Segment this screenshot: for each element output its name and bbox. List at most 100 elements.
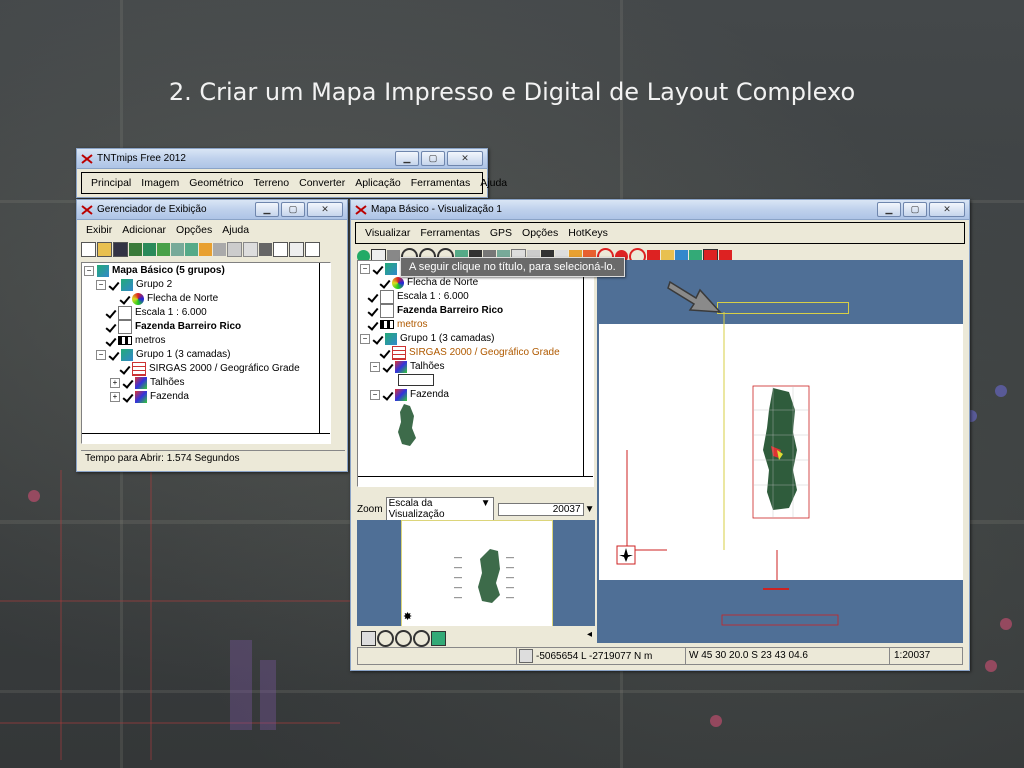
vector-icon[interactable]: [157, 243, 170, 256]
menu-terreno[interactable]: Terreno: [249, 176, 295, 190]
tree-row-group-1[interactable]: − Grupo 1 (3 camadas): [360, 332, 495, 346]
collapse-icon[interactable]: −: [360, 333, 370, 344]
cad-icon[interactable]: [199, 243, 212, 256]
menu-aplicacao[interactable]: Aplicação: [350, 176, 406, 190]
vertical-scrollbar[interactable]: [583, 261, 593, 476]
menu-principal[interactable]: Principal: [86, 176, 136, 190]
layout-icon[interactable]: [361, 631, 376, 646]
maximize-button[interactable]: ▢: [421, 151, 445, 166]
checkmark-icon[interactable]: [383, 362, 393, 372]
checkmark-icon[interactable]: [368, 306, 378, 316]
menu-visualizar[interactable]: Visualizar: [360, 226, 415, 240]
maximize-button[interactable]: ▢: [281, 202, 305, 217]
menu-opcoes[interactable]: Opções: [171, 223, 217, 237]
checkmark-icon[interactable]: [373, 264, 383, 274]
overview-collapse-icon[interactable]: ◂: [587, 629, 592, 640]
checkmark-icon[interactable]: [106, 336, 116, 346]
menu-adicionar[interactable]: Adicionar: [117, 223, 171, 237]
zoom-out-icon[interactable]: [395, 630, 412, 647]
tin-icon[interactable]: [213, 243, 226, 256]
checkmark-icon[interactable]: [109, 350, 119, 360]
tree-row-group-1[interactable]: − Grupo 1 (3 camadas): [96, 348, 231, 362]
zoom-select[interactable]: Escala da Visualização ▼: [385, 497, 494, 521]
vertical-scrollbar[interactable]: [319, 263, 330, 433]
pinmap-icon[interactable]: [259, 243, 272, 256]
display-manager-titlebar[interactable]: Gerenciador de Exibição ▁ ▢ ✕: [77, 200, 347, 220]
zoom-value-field[interactable]: 20037: [497, 502, 584, 516]
grid-icon[interactable]: [227, 242, 242, 257]
expand-icon[interactable]: +: [110, 377, 120, 388]
overview-map[interactable]: ✸: [357, 520, 595, 626]
menu-ajuda[interactable]: Ajuda: [475, 176, 512, 190]
close-button[interactable]: ✕: [929, 202, 965, 217]
menu-ferramentas[interactable]: Ferramentas: [406, 176, 476, 190]
horizontal-scrollbar[interactable]: [82, 433, 330, 443]
menu-imagem[interactable]: Imagem: [136, 176, 184, 190]
collapse-icon[interactable]: −: [96, 279, 106, 290]
menu-geometrico[interactable]: Geométrico: [184, 176, 248, 190]
collapse-icon[interactable]: −: [96, 349, 106, 360]
minimize-button[interactable]: ▁: [395, 151, 419, 166]
checkmark-icon[interactable]: [380, 278, 390, 288]
shape-icon[interactable]: [185, 243, 198, 256]
raster-icon[interactable]: [143, 243, 156, 256]
checkmark-icon[interactable]: [120, 364, 130, 374]
tree-row-fazenda[interactable]: + Fazenda: [110, 390, 189, 404]
checkmark-icon[interactable]: [120, 294, 130, 304]
search-icon[interactable]: [413, 630, 430, 647]
open-icon[interactable]: [97, 242, 112, 257]
add-layer-icon[interactable]: [171, 243, 184, 256]
new-icon[interactable]: [81, 242, 96, 257]
close-button[interactable]: ✕: [307, 202, 343, 217]
checkmark-icon[interactable]: [380, 348, 390, 358]
tree-row-north-arrow[interactable]: Flecha de Norte: [120, 292, 218, 306]
tree-row-title[interactable]: Fazenda Barreiro Rico: [106, 320, 241, 334]
tree-row-talhoes[interactable]: + Talhões: [110, 376, 184, 390]
tree-row-scale[interactable]: Escala 1 : 6.000: [106, 306, 207, 320]
menu-ferramentas[interactable]: Ferramentas: [415, 226, 485, 240]
view-titlebar[interactable]: Mapa Básico - Visualização 1 ▁ ▢ ✕: [351, 200, 969, 220]
tntmips-titlebar[interactable]: TNTmips Free 2012 ▁ ▢ ✕: [77, 149, 487, 169]
scale-bar-icon[interactable]: [273, 242, 288, 257]
chevron-down-icon[interactable]: ▼: [585, 504, 595, 515]
tree-row-north-arrow[interactable]: Flecha de Norte: [380, 276, 478, 290]
collapse-icon[interactable]: −: [370, 361, 380, 372]
menu-exibir[interactable]: Exibir: [81, 223, 117, 237]
tree-row-group-2[interactable]: − Grupo 2: [96, 278, 172, 292]
checkmark-icon[interactable]: [373, 334, 383, 344]
checkmark-icon[interactable]: [368, 292, 378, 302]
checkmark-icon[interactable]: [109, 280, 119, 290]
checkmark-icon[interactable]: [106, 308, 116, 318]
collapse-icon[interactable]: −: [84, 265, 94, 276]
main-map-view[interactable]: [597, 260, 963, 643]
layers-icon[interactable]: [129, 243, 142, 256]
tree-row-root[interactable]: − Mapa Básico (5 grupos): [84, 264, 225, 278]
maximize-button[interactable]: ▢: [903, 202, 927, 217]
collapse-icon[interactable]: −: [370, 389, 380, 400]
tree-row-grid[interactable]: SIRGAS 2000 / Geográfico Grade: [380, 346, 560, 360]
legend-icon[interactable]: [289, 242, 304, 257]
tree-row-metros[interactable]: metros: [106, 334, 166, 348]
checkmark-icon[interactable]: [123, 378, 133, 388]
checkmark-icon[interactable]: [123, 392, 133, 402]
save-icon[interactable]: [113, 242, 128, 257]
menu-opcoes[interactable]: Opções: [517, 226, 563, 240]
menu-ajuda[interactable]: Ajuda: [217, 223, 254, 237]
tree-row-talhoes[interactable]: − Talhões: [370, 360, 444, 374]
minimize-button[interactable]: ▁: [255, 202, 279, 217]
menu-gps[interactable]: GPS: [485, 226, 517, 240]
menu-hotkeys[interactable]: HotKeys: [563, 226, 613, 240]
text-icon[interactable]: [305, 242, 320, 257]
tree-row-fazenda[interactable]: − Fazenda: [370, 388, 449, 402]
zoom-in-icon[interactable]: [377, 630, 394, 647]
tree-row-metros[interactable]: metros: [368, 318, 428, 332]
expand-icon[interactable]: +: [110, 391, 120, 402]
tree-row-title[interactable]: Fazenda Barreiro Rico: [368, 304, 503, 318]
checkmark-icon[interactable]: [383, 390, 393, 400]
table-icon[interactable]: [243, 242, 258, 257]
tree-row-scale[interactable]: Escala 1 : 6.000: [368, 290, 469, 304]
menu-converter[interactable]: Converter: [294, 176, 350, 190]
checkmark-icon[interactable]: [106, 322, 116, 332]
checkmark-icon[interactable]: [368, 320, 378, 330]
horizontal-scrollbar[interactable]: [358, 476, 593, 486]
